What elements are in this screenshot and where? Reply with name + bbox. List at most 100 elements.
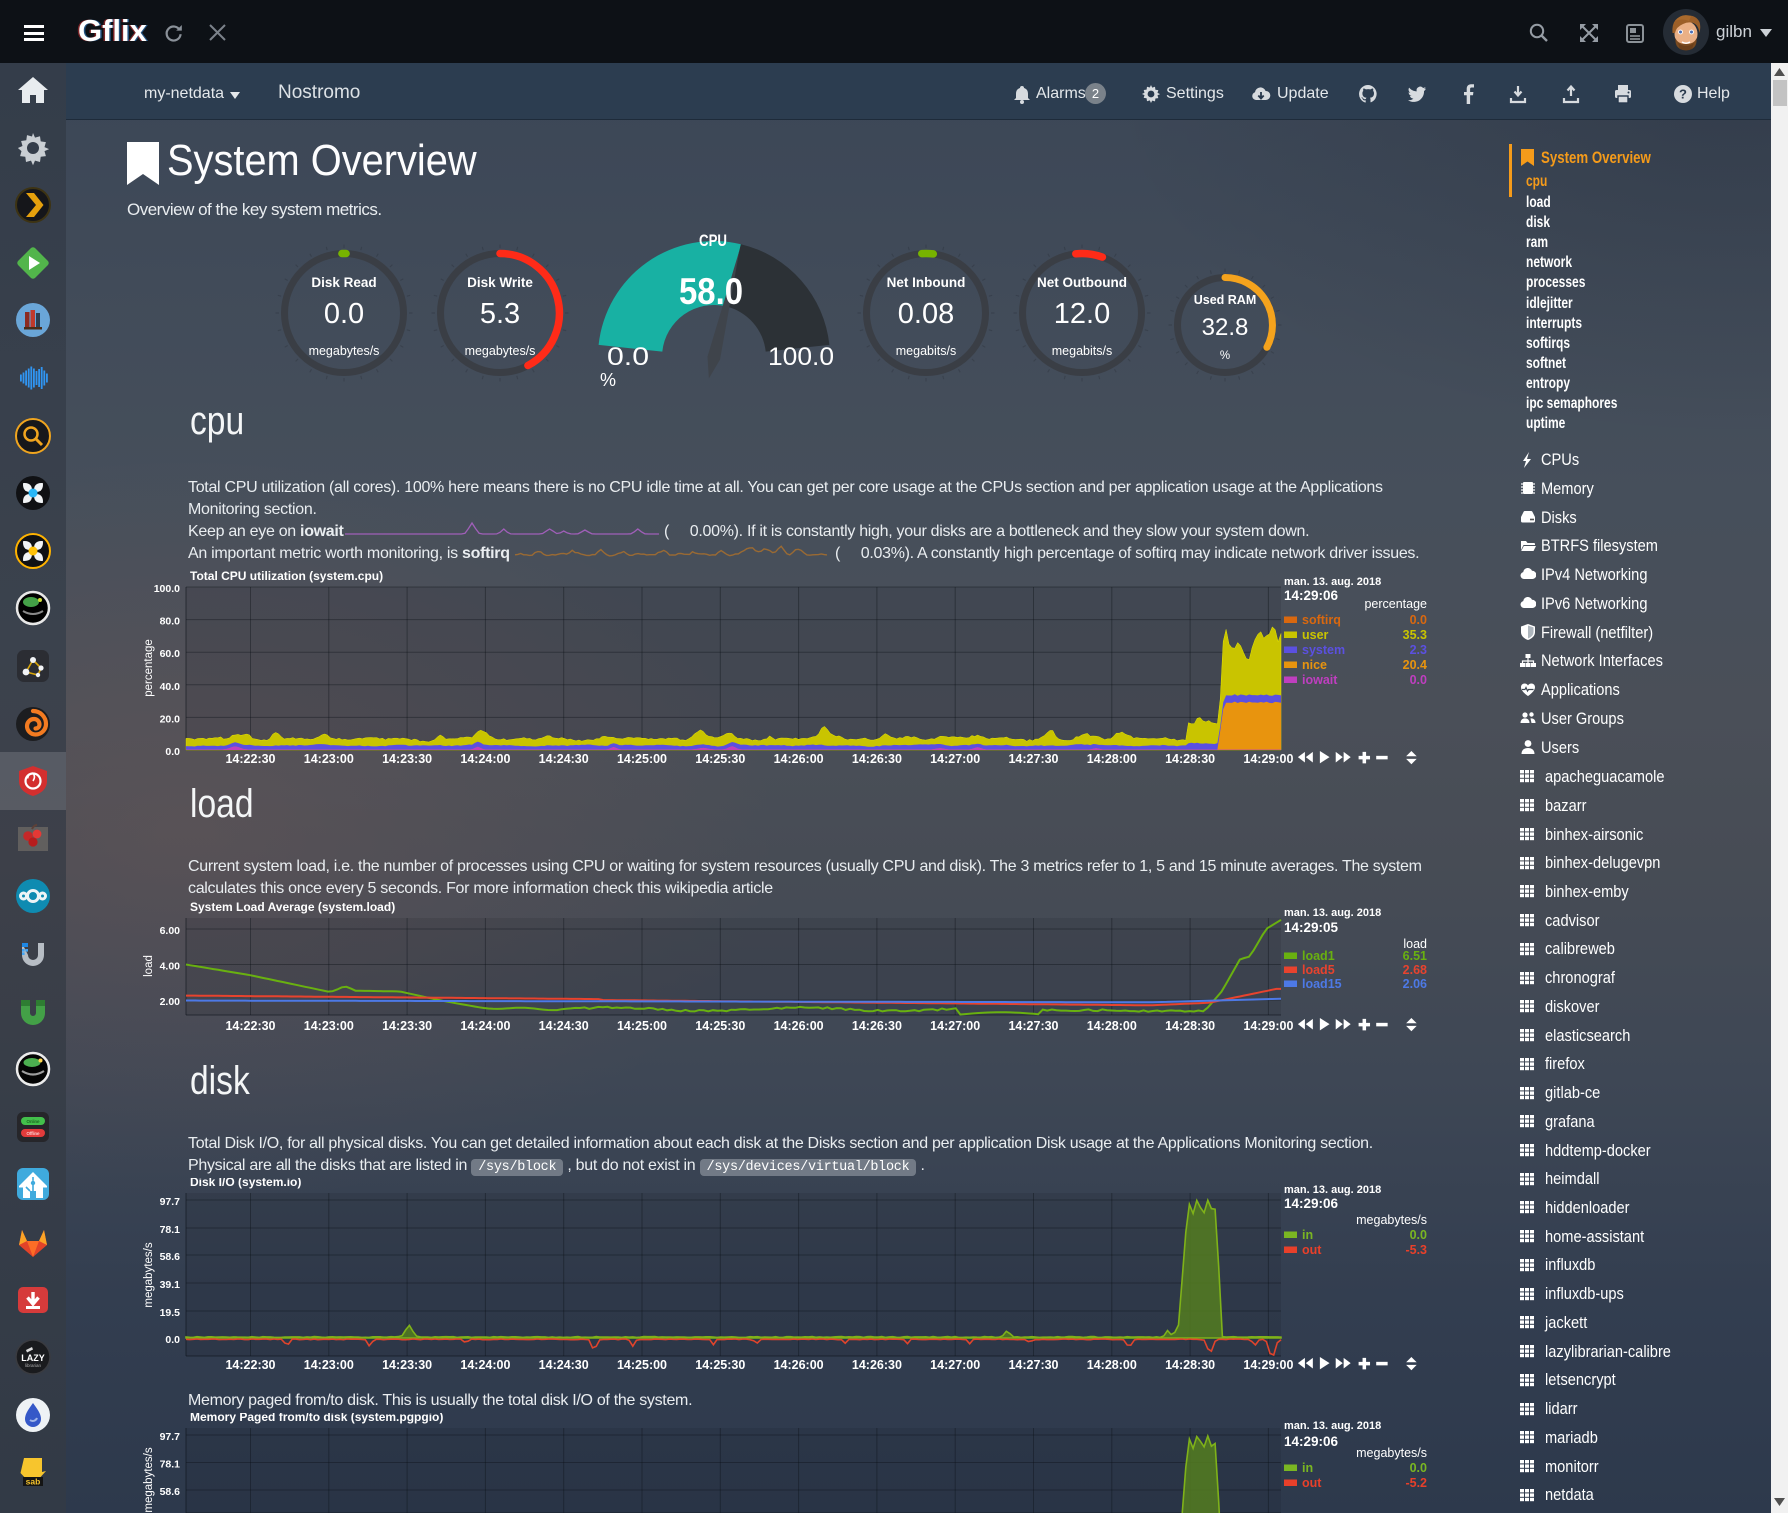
svg-text:12.0: 12.0 xyxy=(1054,298,1110,330)
svg-text:percentage: percentage xyxy=(143,639,155,697)
svg-text:80.0: 80.0 xyxy=(160,616,181,628)
svg-text:0.0: 0.0 xyxy=(1410,1228,1427,1242)
svg-text:14:25:30: 14:25:30 xyxy=(695,1358,745,1372)
svg-text:Disk Read: Disk Read xyxy=(311,275,376,290)
svg-text:14:23:00: 14:23:00 xyxy=(304,1019,354,1033)
svg-text:14:23:30: 14:23:30 xyxy=(382,752,432,766)
svg-text:Total CPU utilization (system.: Total CPU utilization (system.cpu) xyxy=(190,569,383,583)
svg-text:14:22:30: 14:22:30 xyxy=(225,1019,275,1033)
svg-text:Disk Write: Disk Write xyxy=(467,275,533,290)
svg-text:librarian: librarian xyxy=(25,1363,42,1368)
svg-text:14:29:06: 14:29:06 xyxy=(1284,588,1339,603)
svg-text:2.06: 2.06 xyxy=(1403,977,1427,991)
svg-text:14:27:00: 14:27:00 xyxy=(930,752,980,766)
svg-text:2.3: 2.3 xyxy=(1410,643,1427,657)
svg-text:14:26:00: 14:26:00 xyxy=(774,1019,824,1033)
svg-text:78.1: 78.1 xyxy=(160,1459,181,1471)
svg-text:14:26:30: 14:26:30 xyxy=(852,752,902,766)
svg-text:14:25:30: 14:25:30 xyxy=(695,1019,745,1033)
svg-text:14:23:30: 14:23:30 xyxy=(382,1019,432,1033)
svg-text:megabytes/s: megabytes/s xyxy=(1356,1446,1427,1460)
svg-text:man. 13. aug. 2018: man. 13. aug. 2018 xyxy=(1284,576,1381,588)
svg-text:2.68: 2.68 xyxy=(1403,963,1427,977)
svg-text:40.0: 40.0 xyxy=(160,681,181,693)
svg-text:0.0: 0.0 xyxy=(165,746,180,758)
svg-text:load5: load5 xyxy=(1302,963,1335,977)
svg-text:5.3: 5.3 xyxy=(480,298,520,330)
svg-text:100.0: 100.0 xyxy=(768,343,834,371)
svg-text:0.08: 0.08 xyxy=(898,298,954,330)
svg-text:out: out xyxy=(1302,1243,1322,1257)
svg-text:4.00: 4.00 xyxy=(160,961,181,973)
svg-text:14:25:00: 14:25:00 xyxy=(617,1358,667,1372)
svg-text:14:24:30: 14:24:30 xyxy=(539,1358,589,1372)
svg-text:14:29:00: 14:29:00 xyxy=(1243,1358,1293,1372)
svg-text:14:27:00: 14:27:00 xyxy=(930,1358,980,1372)
svg-text:System Load Average (system.lo: System Load Average (system.load) xyxy=(190,900,395,914)
svg-text:14:28:00: 14:28:00 xyxy=(1087,1358,1137,1372)
svg-text:100.0: 100.0 xyxy=(154,583,180,595)
svg-text:6.51: 6.51 xyxy=(1403,949,1427,963)
svg-text:%: % xyxy=(600,370,616,390)
svg-text:14:26:00: 14:26:00 xyxy=(774,752,824,766)
svg-text:14:27:30: 14:27:30 xyxy=(1008,752,1058,766)
svg-text:58.0: 58.0 xyxy=(679,271,743,312)
svg-text:14:25:00: 14:25:00 xyxy=(617,752,667,766)
svg-text:14:27:30: 14:27:30 xyxy=(1008,1358,1058,1372)
svg-text:percentage: percentage xyxy=(1364,597,1427,611)
svg-text:20.4: 20.4 xyxy=(1403,658,1427,672)
svg-text:97.7: 97.7 xyxy=(160,1196,181,1208)
svg-text:14:27:30: 14:27:30 xyxy=(1008,1019,1058,1033)
svg-text:14:29:06: 14:29:06 xyxy=(1284,1196,1339,1211)
svg-text:Net Outbound: Net Outbound xyxy=(1037,275,1127,290)
svg-text:Used RAM: Used RAM xyxy=(1194,293,1257,307)
svg-text:megabytes/s: megabytes/s xyxy=(465,344,536,358)
svg-text:14:25:30: 14:25:30 xyxy=(695,752,745,766)
svg-text:-5.3: -5.3 xyxy=(1405,1243,1427,1257)
svg-text:0.0: 0.0 xyxy=(1410,613,1427,627)
svg-text:Offline: Offline xyxy=(27,1131,40,1136)
svg-text:14:24:00: 14:24:00 xyxy=(460,1019,510,1033)
svg-text:97.7: 97.7 xyxy=(160,1431,181,1443)
svg-text:14:24:30: 14:24:30 xyxy=(539,752,589,766)
svg-text:0.0: 0.0 xyxy=(324,298,364,330)
svg-text:%: % xyxy=(1220,350,1230,362)
svg-text:man. 13. aug. 2018: man. 13. aug. 2018 xyxy=(1284,1184,1381,1196)
svg-text:man. 13. aug. 2018: man. 13. aug. 2018 xyxy=(1284,1420,1381,1432)
svg-text:14:29:06: 14:29:06 xyxy=(1284,1434,1339,1449)
svg-text:14:26:30: 14:26:30 xyxy=(852,1358,902,1372)
svg-text:0.0: 0.0 xyxy=(165,1334,180,1346)
svg-text:out: out xyxy=(1302,1476,1322,1490)
svg-text:megabits/s: megabits/s xyxy=(896,344,956,358)
svg-text:0.0: 0.0 xyxy=(1410,673,1427,687)
svg-text:iowait: iowait xyxy=(1302,673,1338,687)
svg-text:load: load xyxy=(143,955,155,977)
svg-text:2.00: 2.00 xyxy=(160,996,181,1008)
svg-text:megabytes/s: megabytes/s xyxy=(143,1242,155,1307)
svg-text:CPU: CPU xyxy=(699,231,727,250)
svg-text:Online: Online xyxy=(26,1119,40,1124)
svg-text:megabytes/s: megabytes/s xyxy=(309,344,380,358)
svg-text:14:28:30: 14:28:30 xyxy=(1165,1019,1215,1033)
svg-text:14:24:00: 14:24:00 xyxy=(460,752,510,766)
svg-text:-5.2: -5.2 xyxy=(1405,1476,1427,1490)
svg-text:Net Inbound: Net Inbound xyxy=(887,275,966,290)
svg-text:60.0: 60.0 xyxy=(160,648,181,660)
svg-text:in: in xyxy=(1302,1228,1313,1242)
svg-text:Memory Paged from/to disk (sys: Memory Paged from/to disk (system.pgpgio… xyxy=(190,1413,443,1424)
svg-text:14:24:00: 14:24:00 xyxy=(460,1358,510,1372)
svg-text:in: in xyxy=(1302,1461,1313,1475)
svg-text:LAZY: LAZY xyxy=(21,1353,45,1363)
svg-text:58.6: 58.6 xyxy=(160,1251,181,1263)
svg-text:14:23:30: 14:23:30 xyxy=(382,1358,432,1372)
svg-text:?: ? xyxy=(1679,87,1687,102)
svg-text:0.0: 0.0 xyxy=(1410,1461,1427,1475)
svg-text:nice: nice xyxy=(1302,658,1327,672)
svg-text:14:22:30: 14:22:30 xyxy=(225,752,275,766)
svg-text:megabytes/s: megabytes/s xyxy=(1356,1213,1427,1227)
svg-text:man. 13. aug. 2018: man. 13. aug. 2018 xyxy=(1284,907,1381,919)
svg-text:14:26:00: 14:26:00 xyxy=(774,1358,824,1372)
svg-text:system: system xyxy=(1302,643,1345,657)
svg-text:20.0: 20.0 xyxy=(160,713,181,725)
svg-text:58.6: 58.6 xyxy=(160,1486,181,1498)
